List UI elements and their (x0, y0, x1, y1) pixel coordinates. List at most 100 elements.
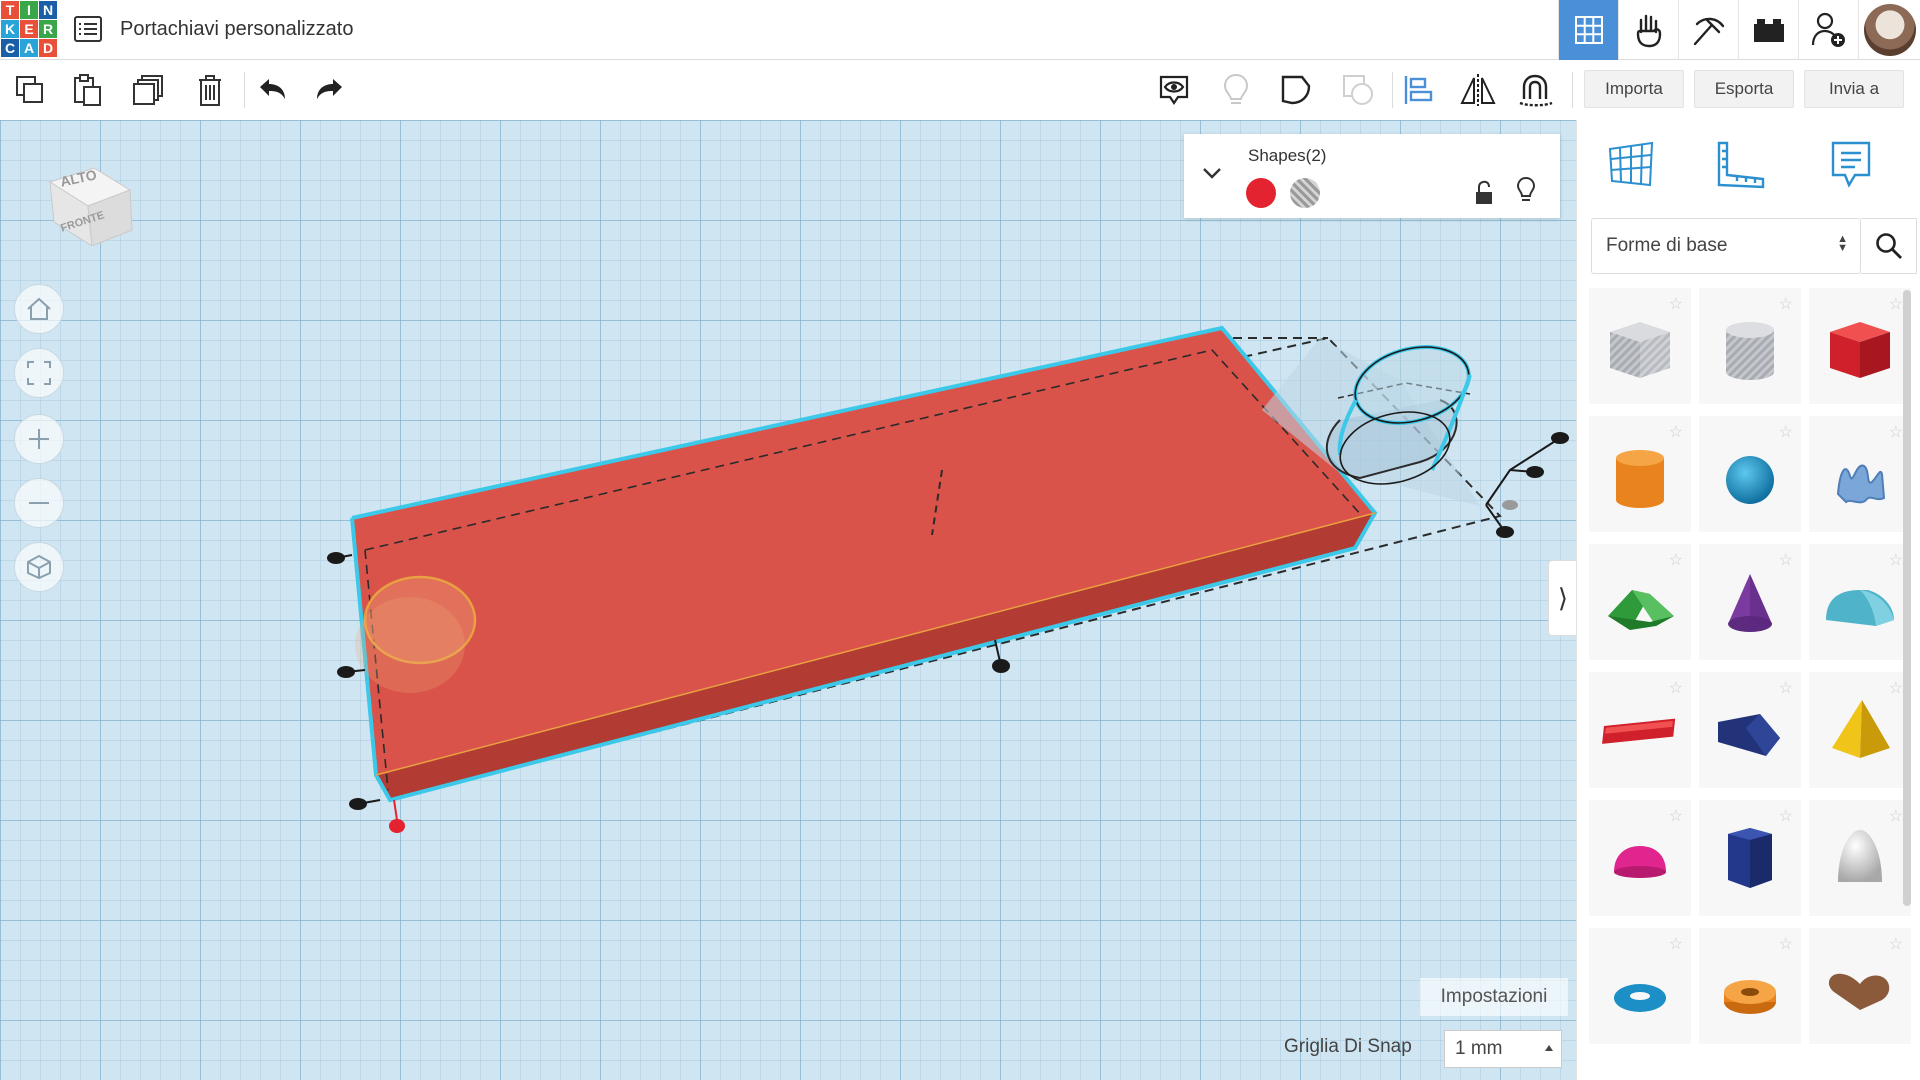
shapes-library-panel: Forme di base ▲ ▼ ☆ ☆ ☆ ☆ ☆ ☆ ☆ ☆ ☆ ☆ ☆ … (1576, 120, 1920, 1080)
shape-tile-text[interactable]: ☆ (1589, 672, 1691, 788)
logo-letter: T (1, 1, 19, 19)
gallery-button[interactable] (1618, 0, 1678, 60)
3d-scene (327, 325, 1569, 833)
viewcube[interactable]: ALTO FRONTE (44, 150, 140, 247)
shapes-scrollbar[interactable] (1903, 290, 1911, 906)
delete-icon[interactable] (192, 72, 228, 108)
red-box-top-face[interactable] (352, 328, 1375, 775)
search-icon (1875, 233, 1902, 259)
light-bulb-icon[interactable] (1516, 176, 1536, 209)
perspective-button[interactable] (14, 542, 64, 592)
shape-library-select[interactable]: Forme di base ▲ ▼ (1591, 218, 1861, 274)
send-to-button[interactable]: Invia a (1804, 70, 1904, 108)
roof-icon (1608, 590, 1674, 630)
half-sphere-icon (1614, 846, 1666, 878)
ruler-icon[interactable] (1709, 134, 1769, 194)
polygon-icon (1728, 828, 1772, 888)
shape-tile-cylinder-hole[interactable]: ☆ (1699, 288, 1801, 404)
scribble-icon (1836, 464, 1886, 504)
align-icon[interactable] (1400, 72, 1436, 108)
text-shape-icon (1602, 718, 1676, 744)
shape-tile-box-hole[interactable]: ☆ (1589, 288, 1691, 404)
shape-tile-heart[interactable]: ☆ (1809, 928, 1911, 1044)
user-avatar-button[interactable] (1858, 0, 1920, 60)
group-icon[interactable] (1340, 72, 1376, 108)
pyramid-icon (1832, 700, 1890, 758)
ruler-magnet-icon[interactable] (1518, 72, 1554, 108)
scrollbar-thumb[interactable] (1903, 290, 1911, 906)
tinkercad-logo[interactable]: T I N K E R C A D (0, 0, 58, 58)
shape-tile-wedge[interactable]: ☆ (1699, 672, 1801, 788)
grid-view-button[interactable] (1558, 0, 1618, 60)
shape-tile-polygon[interactable]: ☆ (1699, 800, 1801, 916)
cylinder-hole-icon (1726, 322, 1774, 380)
chevron-right-icon: ⟩ (1557, 582, 1569, 613)
paste-icon[interactable] (70, 72, 106, 108)
box-icon (1830, 322, 1890, 378)
tube-icon (1724, 980, 1776, 1014)
mirror-icon[interactable] (1460, 72, 1496, 108)
height-handle[interactable] (389, 819, 405, 833)
round-roof-icon (1826, 590, 1894, 626)
sphere-icon (1726, 456, 1774, 504)
settings-button[interactable]: Impostazioni (1420, 978, 1568, 1016)
shape-tile-scribble[interactable]: ☆ (1809, 416, 1911, 532)
zoom-out-icon (29, 502, 49, 504)
zoom-in-button[interactable] (14, 414, 64, 464)
logo-letter: E (20, 20, 38, 38)
workplane-icon[interactable] (1601, 134, 1661, 194)
cylinder-icon (1616, 450, 1664, 508)
learn-button[interactable] (1678, 0, 1738, 60)
import-button[interactable]: Importa (1584, 70, 1684, 108)
duplicate-icon[interactable] (130, 72, 166, 108)
solid-color-swatch[interactable] (1246, 178, 1276, 208)
export-button[interactable]: Esporta (1694, 70, 1794, 108)
chevron-down-icon[interactable] (1202, 166, 1222, 185)
shape-tile-paraboloid[interactable]: ☆ (1809, 800, 1911, 916)
top-bar: T I N K E R C A D Portachiavi personaliz… (0, 0, 1920, 60)
logo-letter: N (39, 1, 57, 19)
document-title[interactable]: Portachiavi personalizzato (120, 18, 353, 41)
note-icon[interactable] (1278, 72, 1314, 108)
zoom-in-icon (29, 429, 49, 449)
shape-tile-roof[interactable]: ☆ (1589, 544, 1691, 660)
paraboloid-icon (1838, 830, 1882, 882)
add-user-button[interactable] (1798, 0, 1858, 60)
design-list-icon[interactable] (74, 16, 102, 42)
notes-icon[interactable] (1821, 134, 1881, 194)
undo-icon[interactable] (254, 72, 290, 108)
light-bulb-icon[interactable] (1218, 72, 1254, 108)
bricks-button[interactable] (1738, 0, 1798, 60)
logo-letter: A (20, 39, 38, 57)
snap-grid-select[interactable]: 1 mm (1444, 1030, 1562, 1068)
unlock-icon[interactable] (1474, 180, 1494, 211)
edit-toolbar (0, 60, 1576, 120)
copy-icon[interactable] (12, 72, 48, 108)
show-hide-icon[interactable] (1156, 72, 1192, 108)
workplane[interactable]: ALTO FRONTE Impostazioni Griglia Di Snap… (0, 120, 1576, 1080)
avatar (1863, 4, 1916, 56)
shape-search-button[interactable] (1861, 218, 1917, 274)
home-view-button[interactable] (14, 284, 64, 334)
redo-icon[interactable] (312, 72, 348, 108)
perspective-icon (27, 554, 51, 580)
shape-tile-sphere[interactable]: ☆ (1699, 416, 1801, 532)
shape-tile-tube[interactable]: ☆ (1699, 928, 1801, 1044)
shape-tile-cylinder[interactable]: ☆ (1589, 416, 1691, 532)
shape-library-value: Forme di base (1606, 235, 1728, 256)
panel-collapse-toggle[interactable]: ⟩ (1548, 560, 1578, 636)
shape-tile-round-roof[interactable]: ☆ (1809, 544, 1911, 660)
fit-view-icon (27, 361, 51, 385)
shape-tile-pyramid[interactable]: ☆ (1809, 672, 1911, 788)
logo-letter: D (39, 39, 57, 57)
shape-tile-torus[interactable]: ☆ (1589, 928, 1691, 1044)
fit-view-button[interactable] (14, 348, 64, 398)
shape-tile-half-sphere[interactable]: ☆ (1589, 800, 1691, 916)
inspector-panel: Shapes(2) (1184, 134, 1560, 218)
grid-view-icon (1574, 16, 1603, 44)
shape-tile-cone[interactable]: ☆ (1699, 544, 1801, 660)
shape-tile-box[interactable]: ☆ (1809, 288, 1911, 404)
cone-icon (1728, 574, 1772, 632)
zoom-out-button[interactable] (14, 478, 64, 528)
hole-swatch[interactable] (1290, 178, 1320, 208)
